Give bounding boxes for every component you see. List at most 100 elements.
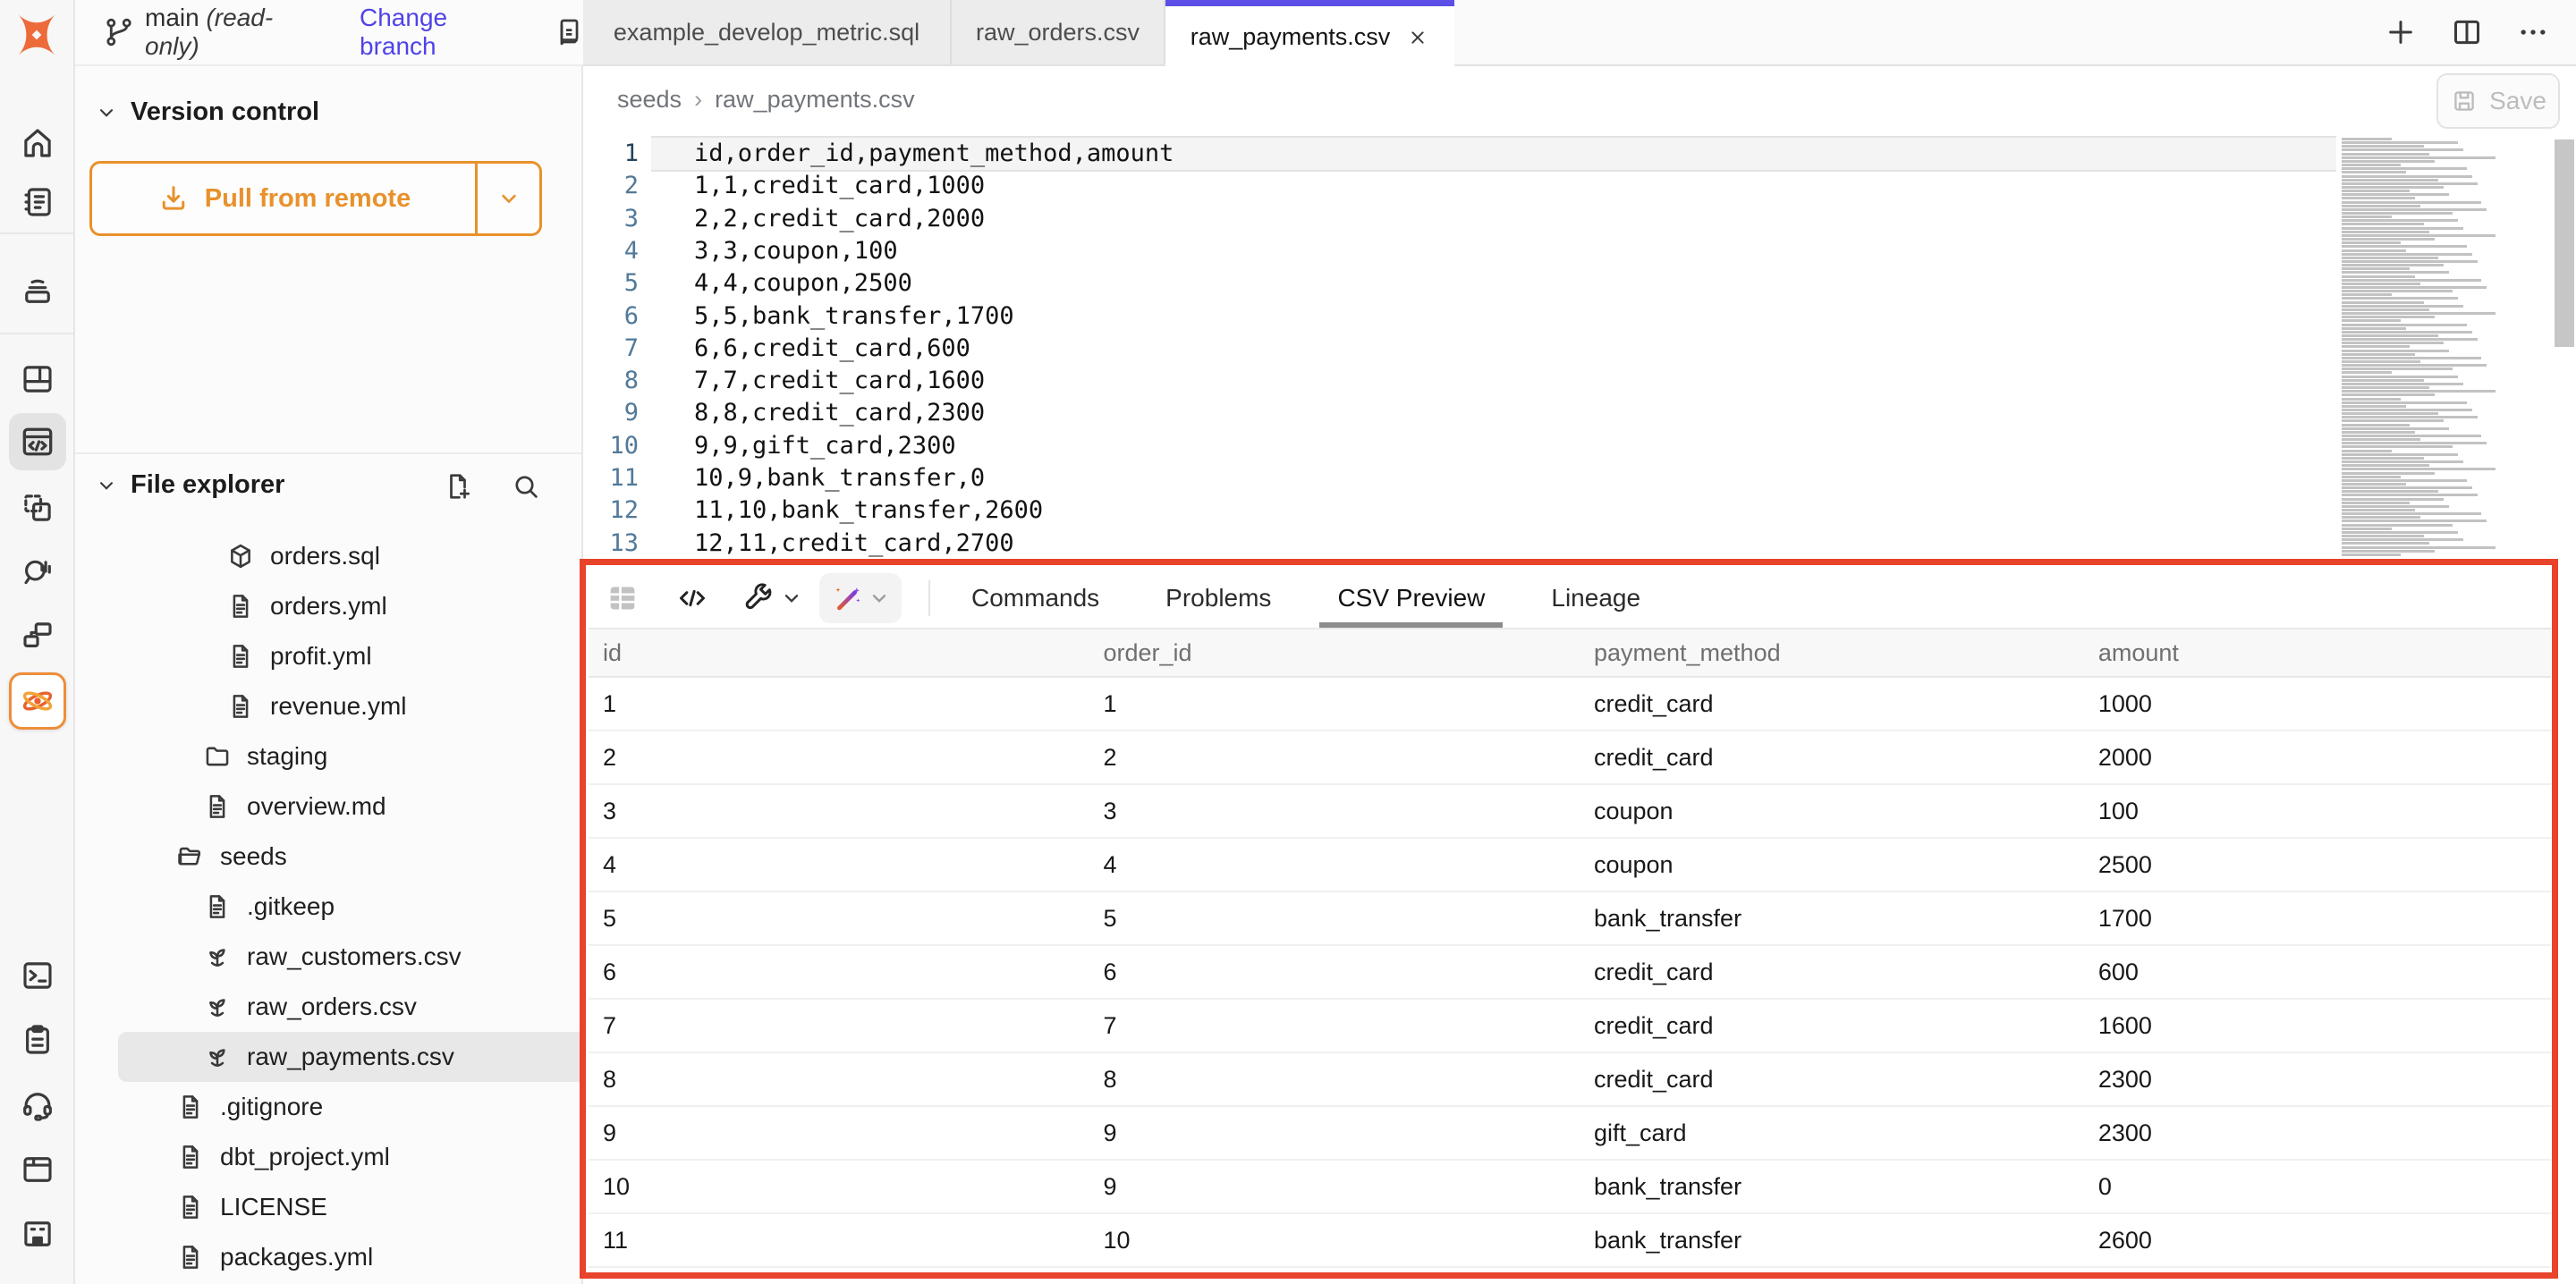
table-row: 88credit_card2300: [589, 1053, 2551, 1107]
file-item-overview.md[interactable]: overview.md: [202, 781, 397, 832]
drawer-icon[interactable]: [18, 271, 57, 310]
file-item-raw_orders.csv[interactable]: raw_orders.csv: [202, 982, 428, 1032]
panel-tab-csv-preview[interactable]: CSV Preview: [1334, 569, 1488, 628]
code-line[interactable]: 4,4,coupon,2500: [694, 267, 912, 300]
file-item-.gitignore[interactable]: .gitignore: [175, 1082, 334, 1132]
dbt-copilot-atom-icon[interactable]: [9, 672, 66, 730]
editor-scrollbar[interactable]: [2555, 139, 2574, 347]
panel-tab-problems[interactable]: Problems: [1162, 569, 1275, 628]
line-number: 8: [583, 365, 639, 397]
code-view-icon[interactable]: [673, 579, 712, 618]
code-editor[interactable]: 1id,order_id,payment_method,amount21,1,c…: [583, 134, 2576, 569]
clipboard-icon[interactable]: [18, 1020, 57, 1060]
table-cell: 7: [589, 1012, 1089, 1040]
file-item-.gitkeep[interactable]: .gitkeep: [202, 882, 345, 932]
breadcrumb-seeds[interactable]: seeds: [617, 86, 682, 114]
code-line[interactable]: 9,9,gift_card,2300: [694, 430, 956, 462]
code-line[interactable]: 10,9,bank_transfer,0: [694, 462, 985, 494]
code-line[interactable]: 2,2,credit_card,2000: [694, 203, 985, 235]
magic-wand-icon: [830, 580, 866, 616]
wrench-dropdown-icon[interactable]: [778, 587, 803, 610]
table-cell: bank_transfer: [1580, 1227, 2084, 1254]
code-line[interactable]: 11,10,bank_transfer,2600: [694, 494, 1043, 527]
close-tab-icon[interactable]: [1406, 26, 1429, 49]
code-line[interactable]: 3,3,coupon,100: [694, 235, 898, 267]
file-item-LICENSE[interactable]: LICENSE: [175, 1182, 338, 1232]
code-line[interactable]: id,order_id,payment_method,amount: [694, 138, 1174, 170]
table-cell: coupon: [1580, 851, 2084, 879]
activity-bar-divider: [0, 232, 75, 234]
search-icon[interactable]: [510, 470, 542, 507]
dashboard-icon[interactable]: [18, 359, 57, 399]
minimap[interactable]: [2342, 138, 2551, 565]
table-row: 109bank_transfer0: [589, 1161, 2551, 1214]
editor-tab-raw_payments.csv[interactable]: raw_payments.csv: [1165, 0, 1454, 68]
table-view-icon[interactable]: [603, 579, 642, 618]
line-number: 11: [583, 462, 639, 494]
file-item-orders.yml[interactable]: orders.yml: [225, 581, 398, 631]
browser-icon[interactable]: [18, 1150, 57, 1189]
copy-icon[interactable]: [549, 15, 583, 49]
file-item-raw_payments.csv[interactable]: raw_payments.csv: [118, 1032, 619, 1082]
version-control-header[interactable]: Version control: [95, 97, 319, 127]
code-line[interactable]: 1,1,credit_card,1000: [694, 170, 985, 202]
table-cell: 1000: [2084, 690, 2551, 718]
more-icon[interactable]: [2515, 14, 2551, 50]
file-item-label: .gitignore: [220, 1093, 323, 1121]
split-editor-icon[interactable]: [2449, 14, 2485, 50]
pull-from-remote-button[interactable]: Pull from remote: [89, 161, 542, 236]
code-line[interactable]: 8,8,credit_card,2300: [694, 397, 985, 429]
wrench-icon[interactable]: [739, 579, 778, 618]
pull-options-dropdown[interactable]: [475, 164, 539, 233]
code-line[interactable]: 12,11,credit_card,2700: [694, 528, 1014, 560]
save-button[interactable]: Save: [2436, 73, 2560, 129]
column-header-order_id: order_id: [1089, 639, 1580, 667]
code-line[interactable]: 5,5,bank_transfer,1700: [694, 300, 1014, 333]
file-item-profit.yml[interactable]: profit.yml: [225, 631, 383, 681]
storefront-icon[interactable]: [18, 1214, 57, 1254]
file-item-raw_customers.csv[interactable]: raw_customers.csv: [202, 932, 472, 982]
dbt-logo: [13, 11, 61, 59]
table-cell: 6: [589, 959, 1089, 986]
file-item-seeds[interactable]: seeds: [175, 832, 298, 882]
editor-tab-example_develop_metric.sql[interactable]: example_develop_metric.sql: [583, 0, 952, 64]
panel-tab-lineage[interactable]: Lineage: [1547, 569, 1644, 628]
code-line[interactable]: 7,7,credit_card,1600: [694, 365, 985, 397]
code-editor-icon[interactable]: [9, 413, 66, 470]
file-explorer-header[interactable]: File explorer: [95, 470, 284, 500]
file-item-staging[interactable]: staging: [202, 731, 338, 781]
file-item-label: dbt_project.yml: [220, 1143, 390, 1171]
table-row: 11credit_card1000: [589, 678, 2551, 731]
change-branch-link[interactable]: Change branch: [360, 4, 526, 61]
windows-icon[interactable]: [18, 616, 57, 655]
breadcrumb-separator: ›: [694, 86, 702, 114]
file-item-revenue.yml[interactable]: revenue.yml: [225, 681, 418, 731]
new-file-icon[interactable]: [442, 470, 474, 507]
panel-tab-commands[interactable]: Commands: [968, 569, 1103, 628]
headset-icon[interactable]: [18, 1085, 57, 1125]
table-cell: 3: [1089, 798, 1580, 825]
file-item-dbt_project.yml[interactable]: dbt_project.yml: [175, 1132, 401, 1182]
bottom-panel-toolbar: Commands Problems CSV Preview Lineage: [583, 569, 2556, 628]
editor-tab-raw_orders.csv[interactable]: raw_orders.csv: [952, 0, 1165, 64]
terminal-icon[interactable]: [18, 956, 57, 995]
file-item-packages.yml[interactable]: packages.yml: [175, 1232, 384, 1282]
file-item-orders.sql[interactable]: orders.sql: [225, 531, 391, 581]
new-tab-icon[interactable]: [2383, 14, 2419, 50]
file-icon: [175, 1092, 206, 1122]
duplicate-select-icon[interactable]: [18, 488, 57, 528]
magic-wand-button[interactable]: [819, 573, 902, 623]
code-line[interactable]: 6,6,credit_card,600: [694, 333, 970, 365]
notebook-icon[interactable]: [18, 182, 57, 222]
table-cell: 2300: [2084, 1066, 2551, 1094]
table-row: 33coupon100: [589, 785, 2551, 839]
file-icon: [202, 791, 233, 822]
home-icon[interactable]: [18, 123, 57, 163]
seed-icon: [202, 992, 233, 1022]
search-insights-icon[interactable]: [18, 552, 57, 591]
breadcrumb-file[interactable]: raw_payments.csv: [715, 86, 915, 114]
file-icon: [175, 1242, 206, 1272]
line-number: 2: [583, 170, 639, 202]
table-cell: credit_card: [1580, 744, 2084, 772]
file-item-label: revenue.yml: [270, 692, 407, 721]
